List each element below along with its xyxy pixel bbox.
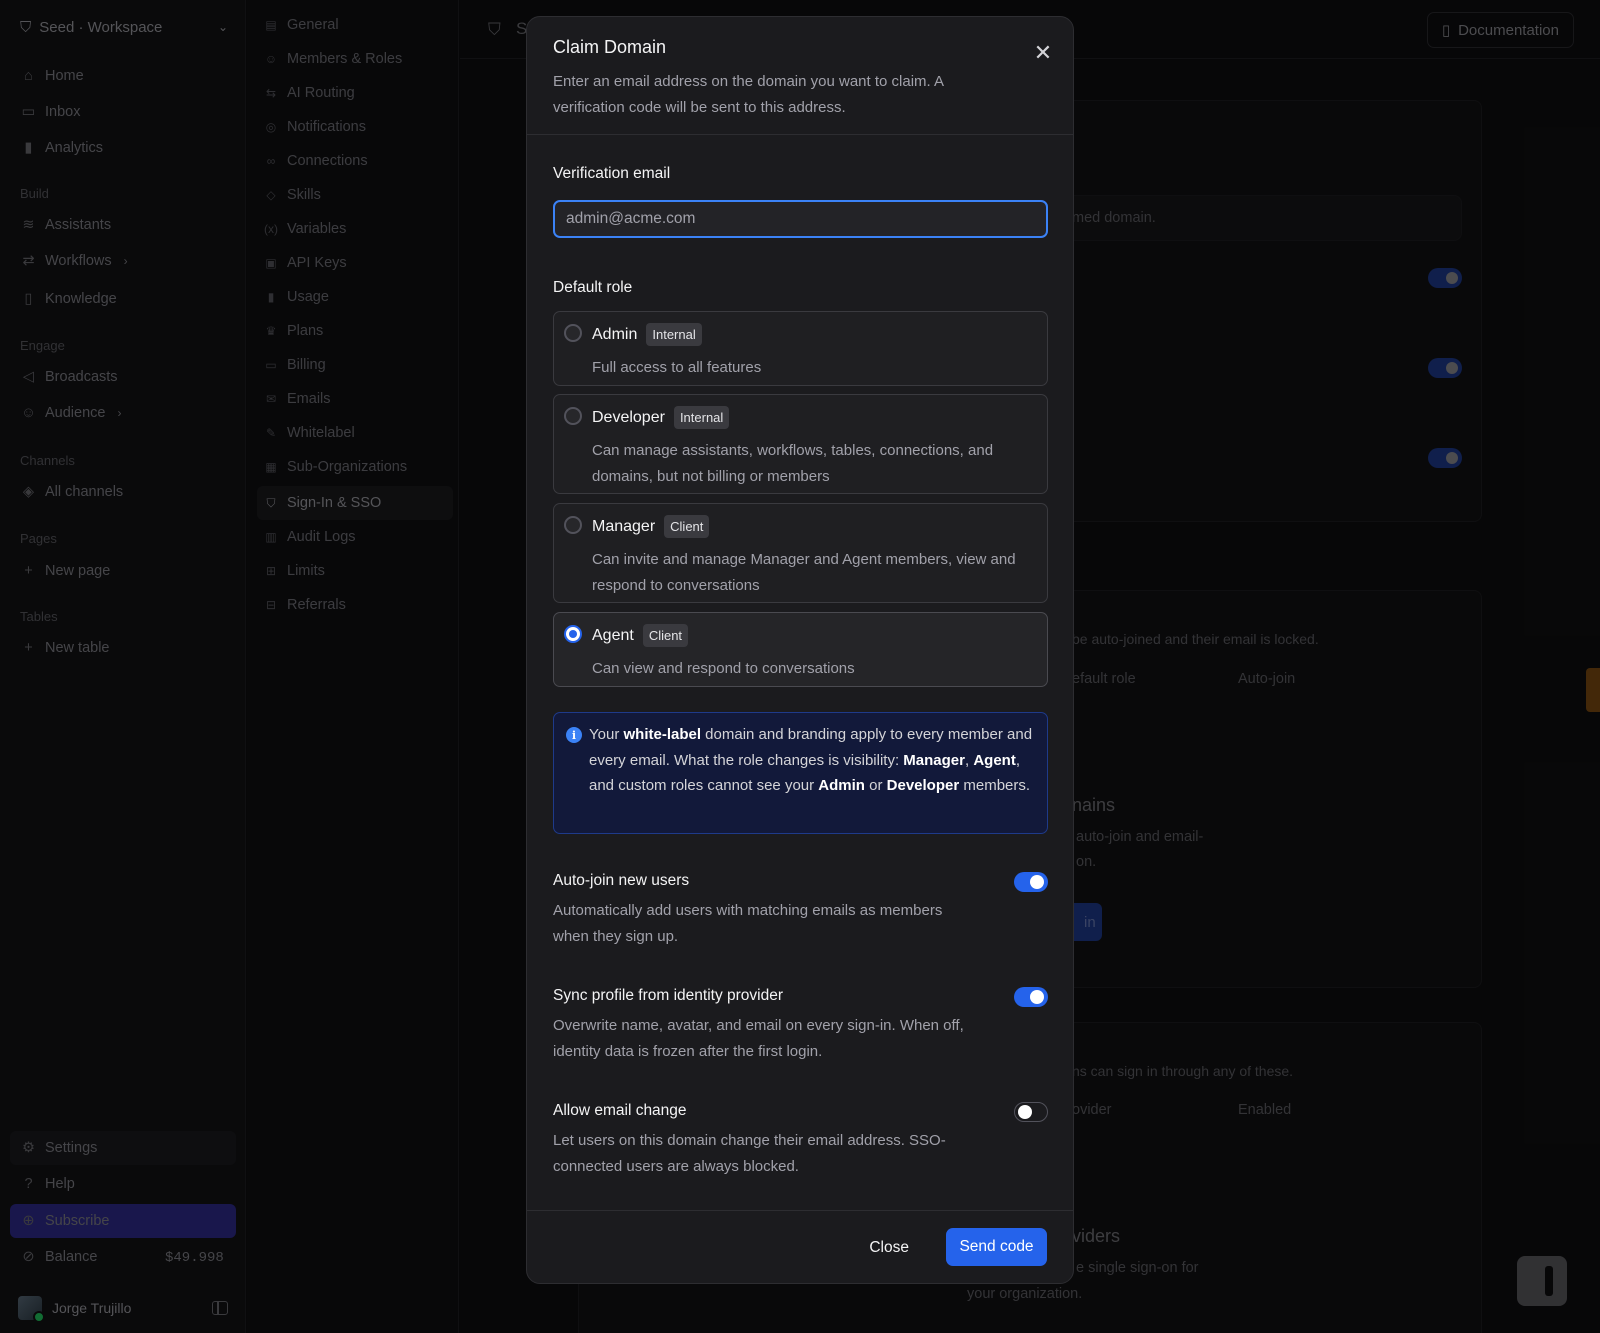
verification-email-label: Verification email [553,165,671,182]
auto-join-toggle[interactable] [1014,872,1048,892]
role-name-row: Admin Internal [592,323,702,346]
dialog-header: Claim Domain Enter an email address on t… [527,17,1073,135]
info-bold-whitelabel: white-label [623,726,701,743]
close-icon[interactable]: ✕ [1033,42,1053,64]
role-description: Can manage assistants, workflows, tables… [592,442,994,485]
dialog-title: Claim Domain [553,37,667,57]
allow-email-change-description: Let users on this domain change their em… [553,1132,946,1175]
role-badge: Internal [673,406,730,429]
role-name: Agent [592,626,634,644]
info-bold-admin: Admin [818,777,865,794]
role-name-row: Agent Client [592,624,689,647]
verification-email-input[interactable] [553,200,1048,238]
close-button[interactable]: Close [857,1229,921,1267]
role-name-row: Manager Client [592,515,710,538]
role-name: Developer [592,408,665,426]
info-text-part: or [864,777,887,794]
sync-profile-description: Overwrite name, avatar, and email on eve… [553,1017,964,1060]
info-text: Your white-label domain and branding app… [589,722,1037,799]
role-description: Can view and respond to conversations [592,660,855,677]
dialog-description: Enter an email address on the domain you… [553,73,944,116]
info-bold-agent: Agent [973,751,1016,769]
info-text-part: Your [589,726,624,743]
auto-join-description: Automatically add users with matching em… [553,902,943,945]
role-description: Can invite and manage Manager and Agent … [592,551,1016,594]
radio-button[interactable] [564,324,582,342]
info-icon: i [566,727,582,743]
role-option-admin[interactable]: Admin Internal Full access to all featur… [553,311,1048,386]
visibility-info-callout: i Your white-label domain and branding a… [553,712,1048,834]
radio-button[interactable] [564,516,582,534]
info-text-part: members. [959,777,1031,794]
role-badge: Client [642,624,689,647]
role-name-row: Developer Internal [592,406,730,429]
role-name: Admin [592,325,638,343]
info-bold-developer: Developer [886,777,960,794]
send-code-button[interactable]: Send code [946,1228,1047,1266]
radio-button[interactable] [564,407,582,425]
role-name: Manager [592,517,656,535]
radio-button-selected[interactable] [564,625,582,643]
allow-email-change-toggle[interactable] [1014,1102,1048,1122]
auto-join-title: Auto-join new users [553,872,690,889]
dialog-footer: Close Send code [527,1210,1073,1283]
claim-domain-dialog: Claim Domain Enter an email address on t… [526,16,1074,1284]
info-bold-manager: Manager [903,751,965,769]
role-option-developer[interactable]: Developer Internal Can manage assistants… [553,394,1048,494]
sync-profile-title: Sync profile from identity provider [553,987,784,1004]
allow-email-change-title: Allow email change [553,1102,687,1119]
default-role-label: Default role [553,279,633,296]
role-badge: Internal [646,323,702,346]
role-badge: Client [664,515,710,538]
role-option-manager[interactable]: Manager Client Can invite and manage Man… [553,503,1048,603]
sync-profile-toggle[interactable] [1014,987,1048,1007]
role-option-agent[interactable]: Agent Client Can view and respond to con… [553,612,1048,687]
role-description: Full access to all features [592,359,762,376]
